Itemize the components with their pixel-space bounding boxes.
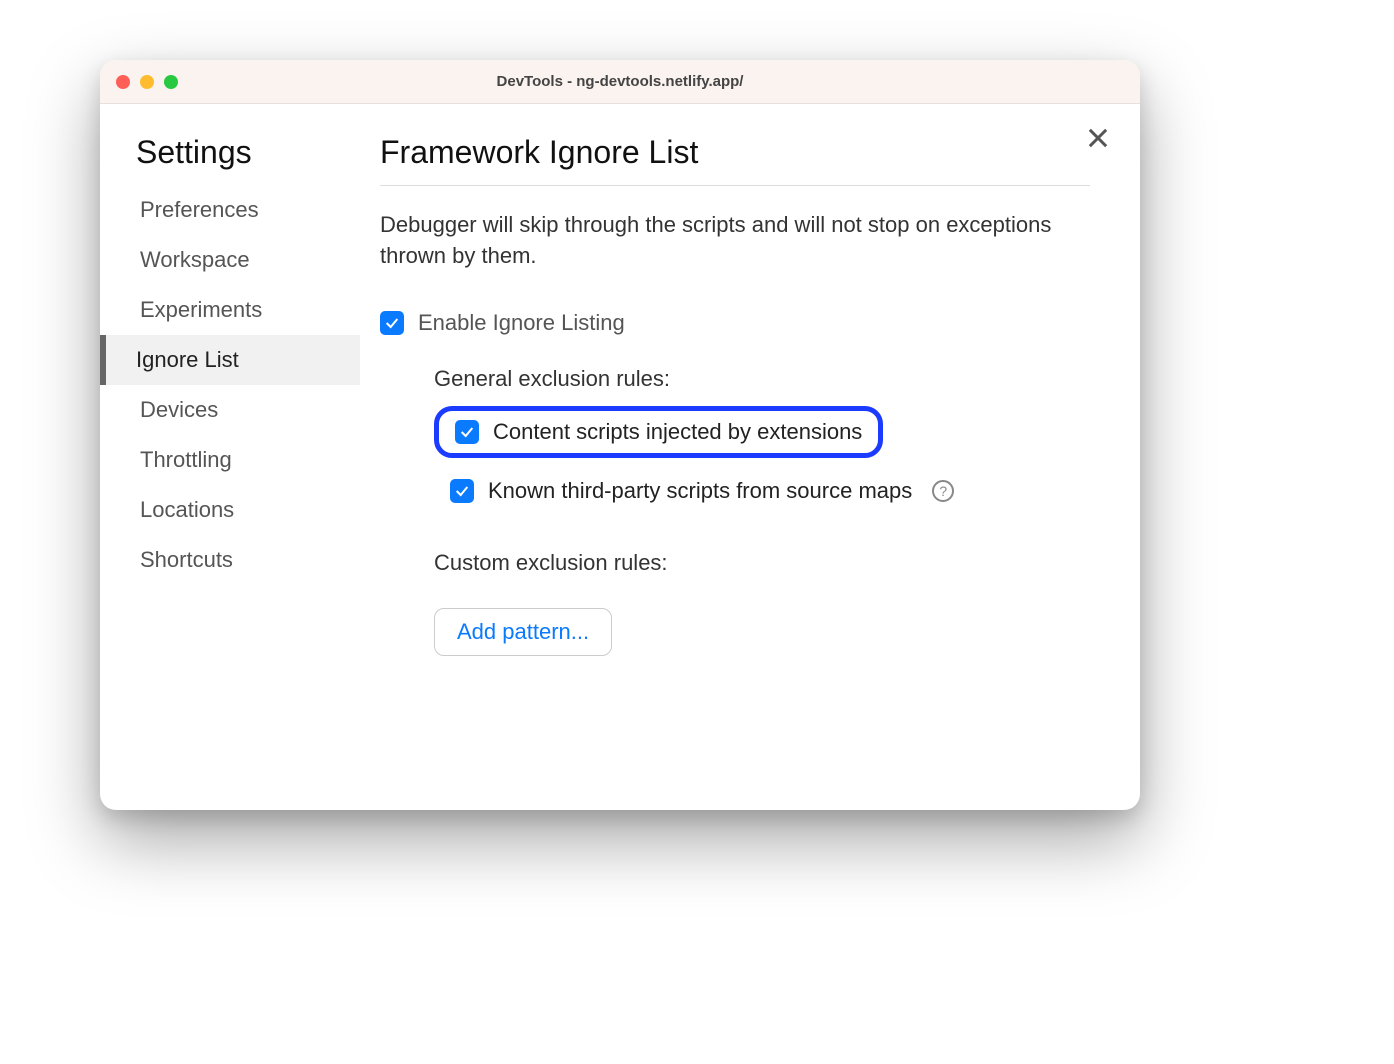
check-icon bbox=[384, 315, 400, 331]
add-pattern-button[interactable]: Add pattern... bbox=[434, 608, 612, 656]
page-description: Debugger will skip through the scripts a… bbox=[380, 210, 1090, 272]
page-title: Framework Ignore List bbox=[380, 134, 1090, 186]
sidebar-item-devices[interactable]: Devices bbox=[100, 385, 360, 435]
devtools-settings-window: DevTools - ng-devtools.netlify.app/ Sett… bbox=[100, 60, 1140, 810]
rule-content-scripts-checkbox[interactable] bbox=[455, 420, 479, 444]
rule-content-scripts-row: Content scripts injected by extensions bbox=[434, 406, 883, 458]
settings-body: Settings Preferences Workspace Experimen… bbox=[100, 104, 1140, 810]
rule-content-scripts-label: Content scripts injected by extensions bbox=[493, 419, 862, 445]
settings-sidebar: Settings Preferences Workspace Experimen… bbox=[100, 104, 360, 810]
sidebar-item-label: Devices bbox=[140, 397, 218, 422]
window-zoom-button[interactable] bbox=[164, 75, 178, 89]
sidebar-item-label: Preferences bbox=[140, 197, 259, 222]
sidebar-item-shortcuts[interactable]: Shortcuts bbox=[100, 535, 360, 585]
sidebar-item-ignore-list[interactable]: Ignore List bbox=[100, 335, 360, 385]
sidebar-item-label: Experiments bbox=[140, 297, 262, 322]
general-rules-heading: General exclusion rules: bbox=[434, 366, 1090, 392]
check-icon bbox=[454, 483, 470, 499]
general-exclusion-rules: General exclusion rules: Content scripts… bbox=[434, 366, 1090, 514]
check-icon bbox=[459, 424, 475, 440]
traffic-lights bbox=[116, 75, 178, 89]
sidebar-item-preferences[interactable]: Preferences bbox=[100, 185, 360, 235]
sidebar-item-label: Locations bbox=[140, 497, 234, 522]
rule-third-party-checkbox[interactable] bbox=[450, 479, 474, 503]
sidebar-item-label: Workspace bbox=[140, 247, 250, 272]
sidebar-item-label: Throttling bbox=[140, 447, 232, 472]
settings-content: Framework Ignore List Debugger will skip… bbox=[360, 104, 1140, 810]
sidebar-item-locations[interactable]: Locations bbox=[100, 485, 360, 535]
rule-third-party-row: Known third-party scripts from source ma… bbox=[434, 468, 1090, 514]
window-title: DevTools - ng-devtools.netlify.app/ bbox=[100, 73, 1140, 90]
help-icon[interactable]: ? bbox=[932, 480, 954, 502]
custom-rules-heading: Custom exclusion rules: bbox=[434, 550, 1090, 576]
enable-ignore-listing-checkbox[interactable] bbox=[380, 311, 404, 335]
window-close-button[interactable] bbox=[116, 75, 130, 89]
sidebar-item-throttling[interactable]: Throttling bbox=[100, 435, 360, 485]
window-minimize-button[interactable] bbox=[140, 75, 154, 89]
sidebar-item-label: Ignore List bbox=[136, 347, 239, 372]
sidebar-item-workspace[interactable]: Workspace bbox=[100, 235, 360, 285]
custom-exclusion-rules: Custom exclusion rules: Add pattern... bbox=[434, 550, 1090, 656]
sidebar-item-label: Shortcuts bbox=[140, 547, 233, 572]
rule-third-party-label: Known third-party scripts from source ma… bbox=[488, 478, 912, 504]
enable-ignore-listing-label: Enable Ignore Listing bbox=[418, 310, 625, 336]
sidebar-item-experiments[interactable]: Experiments bbox=[100, 285, 360, 335]
settings-heading: Settings bbox=[100, 134, 360, 185]
enable-ignore-listing-row: Enable Ignore Listing bbox=[380, 310, 1090, 336]
window-titlebar: DevTools - ng-devtools.netlify.app/ bbox=[100, 60, 1140, 104]
close-icon[interactable] bbox=[1084, 124, 1112, 152]
